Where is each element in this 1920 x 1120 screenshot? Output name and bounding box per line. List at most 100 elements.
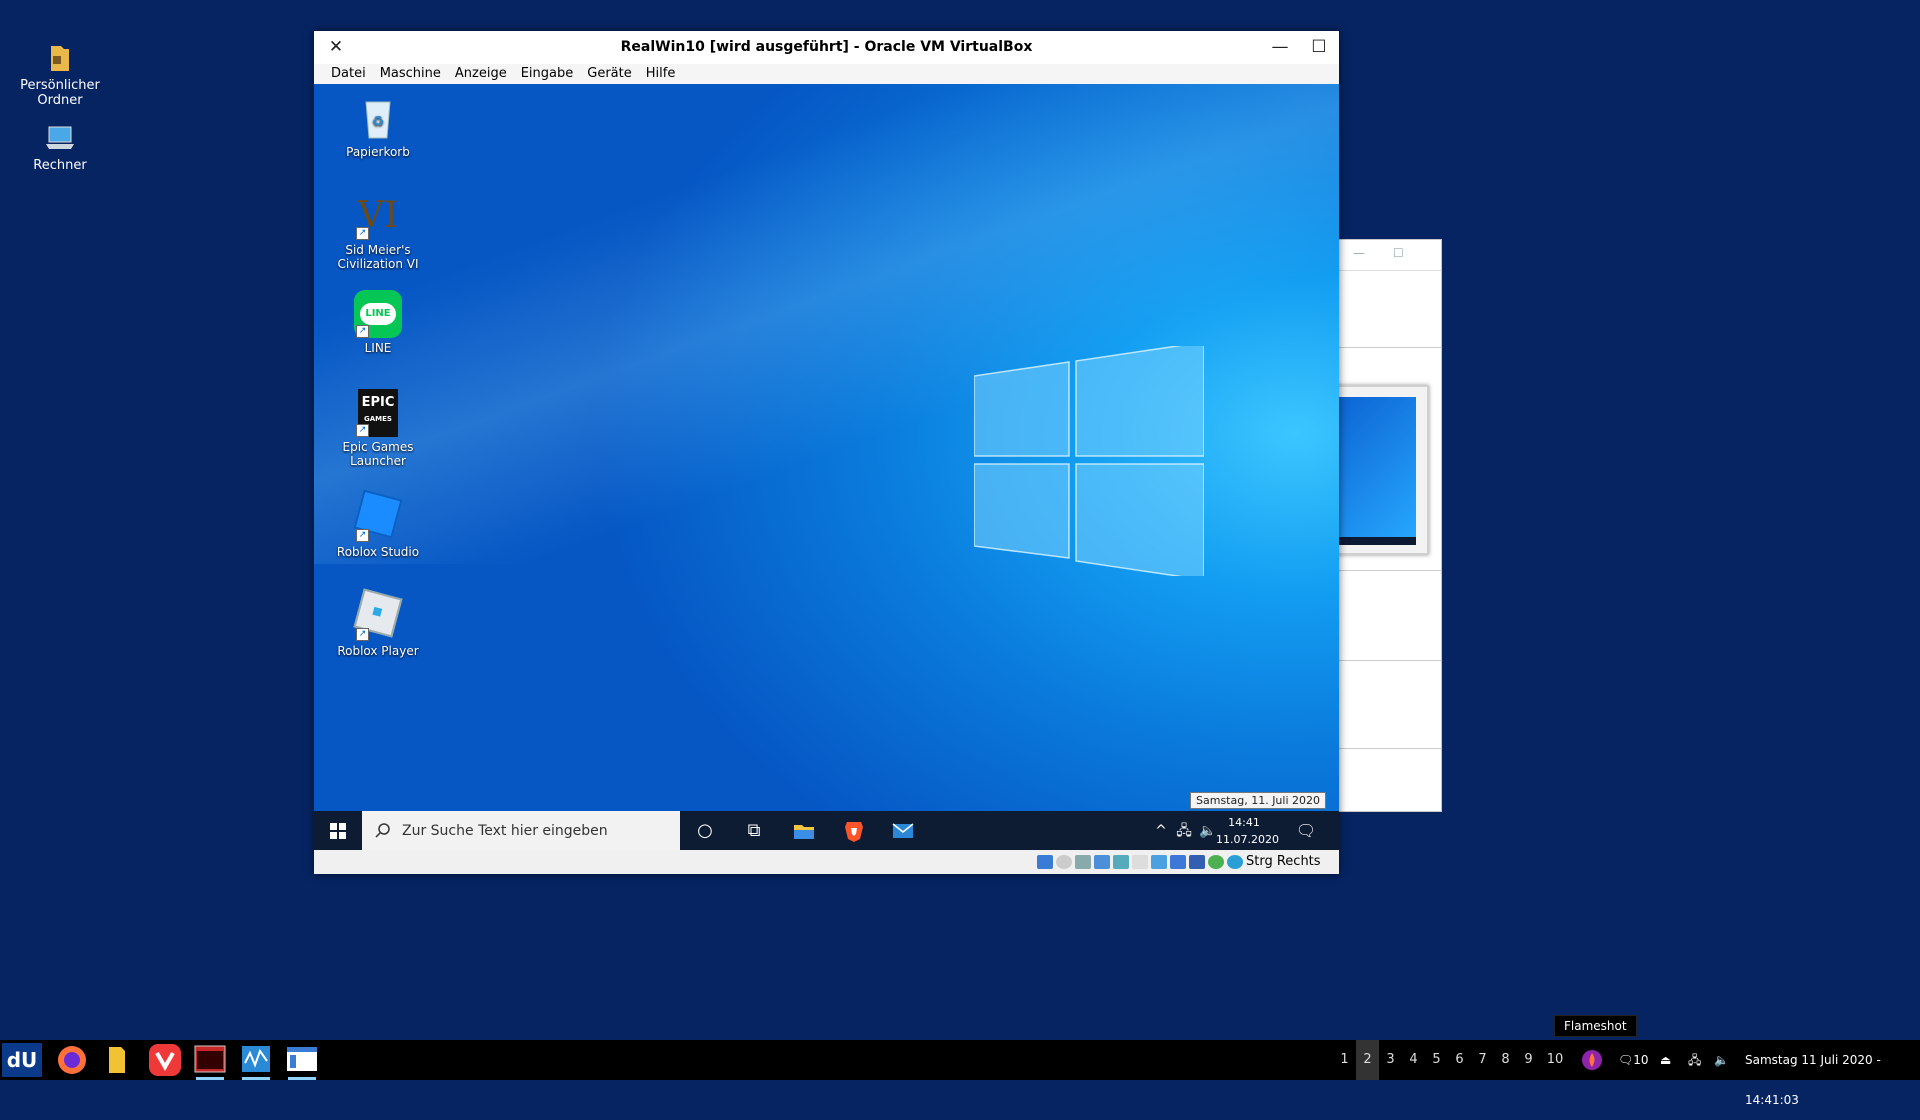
network-icon[interactable]: 🖧 xyxy=(1172,819,1196,843)
host-key-label: Strg Rechts xyxy=(1246,854,1321,869)
workspace-6[interactable]: 6 xyxy=(1448,1050,1471,1074)
flameshot-tray[interactable] xyxy=(1580,1040,1604,1080)
files-launcher[interactable] xyxy=(97,1043,137,1077)
keyboard-icon[interactable] xyxy=(1227,855,1243,869)
video-capture-icon[interactable] xyxy=(1170,855,1186,869)
brave-browser-icon[interactable] xyxy=(842,819,866,843)
notification-count: 10 xyxy=(1633,1053,1649,1067)
windows-start-icon xyxy=(330,823,346,839)
roblox-player-icon: ↗ xyxy=(353,588,403,641)
firefox-launcher[interactable] xyxy=(52,1043,92,1077)
background-window-titlebar[interactable]: — ☐ xyxy=(1321,240,1441,271)
maximize-icon[interactable]: ☐ xyxy=(1393,246,1404,260)
workspace-3[interactable]: 3 xyxy=(1379,1050,1402,1074)
audio-icon[interactable] xyxy=(1075,855,1091,869)
workspace-2[interactable]: 2 xyxy=(1356,1040,1379,1080)
guest-icon-line[interactable]: LINE ↗ LINE xyxy=(316,290,440,355)
workspace-7[interactable]: 7 xyxy=(1471,1050,1494,1074)
window-icon xyxy=(287,1047,317,1071)
roblox-studio-icon: ↗ xyxy=(353,489,403,542)
shortcut-arrow-icon: ↗ xyxy=(356,325,369,338)
workspace-10[interactable]: 10 xyxy=(1542,1050,1568,1074)
host-clock[interactable]: Samstag 11 Juli 2020 - 14:41:03 xyxy=(1745,1040,1920,1107)
action-center-icon[interactable]: 🗨 xyxy=(1294,819,1318,843)
vm-display[interactable]: ♻ Papierkorb VI ↗ Sid Meier's Civilizati… xyxy=(314,84,1339,850)
workspace-9[interactable]: 9 xyxy=(1517,1050,1540,1074)
guest-icon-label: Roblox Player xyxy=(337,644,419,658)
show-hidden-icons-chevron-icon[interactable]: ^ xyxy=(1149,819,1173,843)
menu-bar: Datei Maschine Anzeige Eingabe Geräte Hi… xyxy=(314,64,1339,85)
mouse-integration-icon[interactable] xyxy=(1208,855,1224,869)
menu-launcher[interactable]: dU xyxy=(2,1043,42,1077)
vivaldi-icon xyxy=(149,1044,181,1076)
network-icon[interactable]: 🖧 xyxy=(1688,1040,1701,1080)
civilization-icon: VI ↗ xyxy=(356,195,399,240)
vivaldi-launcher[interactable] xyxy=(144,1043,184,1077)
start-button[interactable] xyxy=(314,811,362,850)
workspace-4[interactable]: 4 xyxy=(1402,1050,1425,1074)
volume-icon[interactable]: 🔈 xyxy=(1714,1040,1729,1080)
desktop-icon-computer[interactable]: Rechner xyxy=(10,124,110,173)
guest-icon-label: Sid Meier's Civilization VI xyxy=(337,243,419,271)
workspace-5[interactable]: 5 xyxy=(1425,1050,1448,1074)
search-icon xyxy=(375,823,390,838)
drive-icon[interactable]: ⏏ xyxy=(1660,1040,1671,1080)
virtualbox-window[interactable]: ✕ RealWin10 [wird ausgeführt] - Oracle V… xyxy=(314,31,1339,874)
guest-icon-label: LINE xyxy=(364,341,392,355)
shared-folders-icon[interactable] xyxy=(1132,855,1148,869)
flameshot-icon xyxy=(1582,1050,1602,1070)
task-view-icon[interactable]: ⧉ xyxy=(742,819,766,843)
notification-icon: 🗨 xyxy=(1618,1053,1634,1067)
network-adapter-icon[interactable] xyxy=(1094,855,1110,869)
desktop-icon-home-folder[interactable]: Persönlicher Ordner xyxy=(10,42,110,108)
desktop-icon-label: Persönlicher Ordner xyxy=(20,78,100,108)
guest-icon-roblox-player[interactable]: ↗ Roblox Player xyxy=(316,587,440,658)
guest-icon-label: Roblox Studio xyxy=(336,545,420,559)
notifications-tray[interactable]: 🗨10 xyxy=(1618,1040,1649,1080)
guest-taskbar: Zur Suche Text hier eingeben ○ ⧉ ^ 🖧 🔈 1… xyxy=(314,811,1339,850)
minimize-icon[interactable]: — xyxy=(1268,35,1292,59)
menu-maschine[interactable]: Maschine xyxy=(373,64,448,84)
taskbar-search-box[interactable]: Zur Suche Text hier eingeben xyxy=(362,811,680,850)
maximize-icon[interactable]: ☐ xyxy=(1307,35,1331,59)
optical-drive-icon[interactable] xyxy=(1056,855,1072,869)
terminal-launcher[interactable] xyxy=(190,1043,230,1080)
usb-icon[interactable] xyxy=(1113,855,1129,869)
menu-hilfe[interactable]: Hilfe xyxy=(639,64,683,84)
menu-geraete[interactable]: Geräte xyxy=(580,64,638,84)
recycle-bin-icon: ♻ xyxy=(354,94,402,142)
guest-icon-roblox-studio[interactable]: ↗ Roblox Studio xyxy=(316,488,440,559)
guest-clock[interactable]: 14:41 11.07.2020 xyxy=(1216,814,1279,848)
menu-datei[interactable]: Datei xyxy=(324,64,373,84)
divider xyxy=(1321,570,1441,571)
search-placeholder: Zur Suche Text hier eingeben xyxy=(402,823,608,839)
hard-disk-icon[interactable] xyxy=(1037,855,1053,869)
system-monitor-icon xyxy=(242,1046,270,1072)
desktop-icon-label: Rechner xyxy=(33,158,87,173)
workspace-1[interactable]: 1 xyxy=(1333,1050,1356,1074)
display-icon[interactable] xyxy=(1151,855,1167,869)
guest-icon-label: Papierkorb xyxy=(346,145,410,159)
window-title: RealWin10 [wird ausgeführt] - Oracle VM … xyxy=(620,39,1033,55)
guest-icon-label: Epic Games Launcher xyxy=(342,440,414,468)
virtualbox-taskbar-button[interactable] xyxy=(282,1043,322,1080)
epic-games-icon: EPIC GAMES ↗ xyxy=(354,389,402,437)
guest-icon-civilization[interactable]: VI ↗ Sid Meier's Civilization VI xyxy=(316,192,440,271)
guest-icon-epic-games[interactable]: EPIC GAMES ↗ Epic Games Launcher xyxy=(316,389,440,468)
cpu-icon[interactable] xyxy=(1189,855,1205,869)
menu-anzeige[interactable]: Anzeige xyxy=(448,64,514,84)
terminal-icon xyxy=(194,1045,226,1073)
minimize-icon[interactable]: — xyxy=(1353,246,1365,260)
cortana-icon[interactable]: ○ xyxy=(693,819,717,843)
menu-eingabe[interactable]: Eingabe xyxy=(514,64,581,84)
guest-date: 11.07.2020 xyxy=(1216,833,1279,846)
workspace-8[interactable]: 8 xyxy=(1494,1050,1517,1074)
guest-icon-recycle-bin[interactable]: ♻ Papierkorb xyxy=(316,94,440,159)
windows-logo-wallpaper xyxy=(974,346,1204,576)
shortcut-arrow-icon: ↗ xyxy=(356,424,369,437)
window-titlebar[interactable]: ✕ RealWin10 [wird ausgeführt] - Oracle V… xyxy=(314,31,1339,64)
file-explorer-icon[interactable] xyxy=(792,819,816,843)
date-tooltip: Samstag, 11. Juli 2020 xyxy=(1190,792,1327,809)
system-monitor-launcher[interactable] xyxy=(236,1043,276,1080)
mail-icon[interactable] xyxy=(891,819,915,843)
